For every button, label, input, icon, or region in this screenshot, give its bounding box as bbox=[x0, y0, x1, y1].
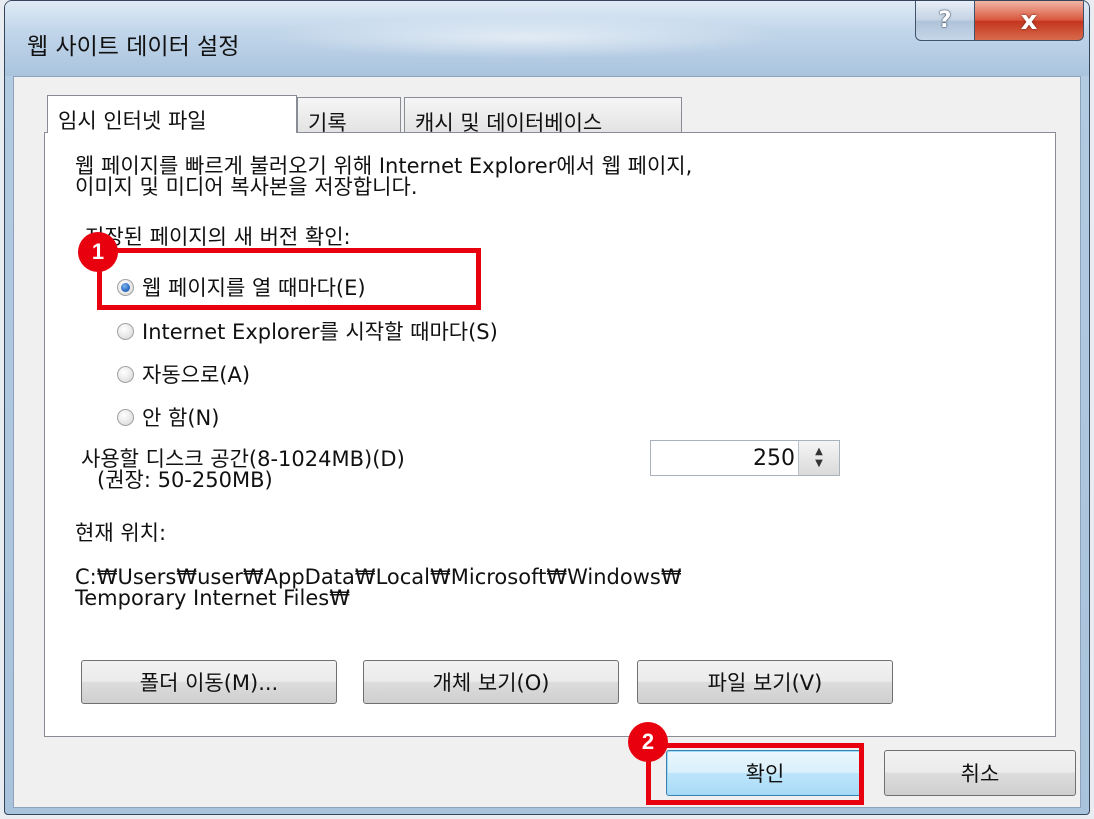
annotation-highlight-1 bbox=[97, 248, 481, 310]
tab-temporary-internet-files[interactable]: 임시 인터넷 파일 bbox=[47, 95, 297, 133]
check-heading: 저장된 페이지의 새 버전 확인: bbox=[85, 225, 351, 249]
annotation-badge-1: 1 bbox=[78, 232, 118, 272]
location-path-line-1: C:₩Users₩user₩AppData₩Local₩Microsoft₩Wi… bbox=[75, 565, 682, 589]
description-line-2: 이미지 및 미디어 복사본을 저장합니다. bbox=[75, 175, 418, 199]
tab-label: 임시 인터넷 파일 bbox=[58, 109, 207, 133]
annotation-highlight-2 bbox=[646, 743, 864, 805]
tab-cache-and-databases[interactable]: 캐시 및 데이터베이스 bbox=[404, 97, 682, 135]
spin-down-icon[interactable]: ▼ bbox=[815, 458, 823, 470]
radio-button[interactable] bbox=[117, 366, 134, 383]
close-button[interactable]: x bbox=[974, 1, 1084, 41]
close-icon: x bbox=[1020, 5, 1038, 36]
spin-up-icon[interactable]: ▲ bbox=[815, 446, 823, 458]
tab-panel: 웹 페이지를 빠르게 불러오기 위해 Internet Explorer에서 웹… bbox=[44, 132, 1056, 737]
disk-space-label: 사용할 디스크 공간(8-1024MB)(D) bbox=[81, 447, 405, 471]
dialog-client-area: 임시 인터넷 파일 기록 캐시 및 데이터베이스 웹 페이지를 빠르게 불러오기… bbox=[13, 76, 1081, 808]
cancel-button[interactable]: 취소 bbox=[884, 750, 1076, 796]
spinner-buttons[interactable]: ▲ ▼ bbox=[798, 441, 839, 475]
help-button[interactable]: ? bbox=[915, 1, 975, 41]
view-files-button[interactable]: 파일 보기(V) bbox=[637, 660, 893, 704]
location-heading: 현재 위치: bbox=[75, 521, 167, 545]
radio-label[interactable]: 안 함(N) bbox=[142, 407, 219, 429]
settings-dialog: 웹 사이트 데이터 설정 ? x 임시 인터넷 파일 기록 캐시 및 데이터베이… bbox=[4, 0, 1090, 815]
location-path-line-2: Temporary Internet Files₩ bbox=[75, 586, 350, 610]
disk-space-value[interactable]: 250 bbox=[753, 446, 795, 471]
help-icon: ? bbox=[938, 8, 952, 33]
description-line-1: 웹 페이지를 빠르게 불러오기 위해 Internet Explorer에서 웹… bbox=[75, 154, 693, 178]
radio-label[interactable]: 자동으로(A) bbox=[142, 364, 250, 386]
view-objects-button[interactable]: 개체 보기(O) bbox=[363, 660, 619, 704]
disk-space-spinner[interactable]: 250 ▲ ▼ bbox=[650, 440, 840, 476]
radio-button[interactable] bbox=[117, 323, 134, 340]
title-bar[interactable]: 웹 사이트 데이터 설정 ? x bbox=[5, 1, 1089, 76]
radio-button[interactable] bbox=[117, 409, 134, 426]
tab-history[interactable]: 기록 bbox=[297, 97, 401, 135]
disk-space-recommendation: (권장: 50-250MB) bbox=[97, 468, 273, 492]
move-folder-button[interactable]: 폴더 이동(M)... bbox=[81, 660, 337, 704]
annotation-badge-2: 2 bbox=[628, 722, 668, 762]
radio-label[interactable]: Internet Explorer를 시작할 때마다(S) bbox=[142, 321, 498, 343]
window-title: 웹 사이트 데이터 설정 bbox=[27, 34, 240, 60]
